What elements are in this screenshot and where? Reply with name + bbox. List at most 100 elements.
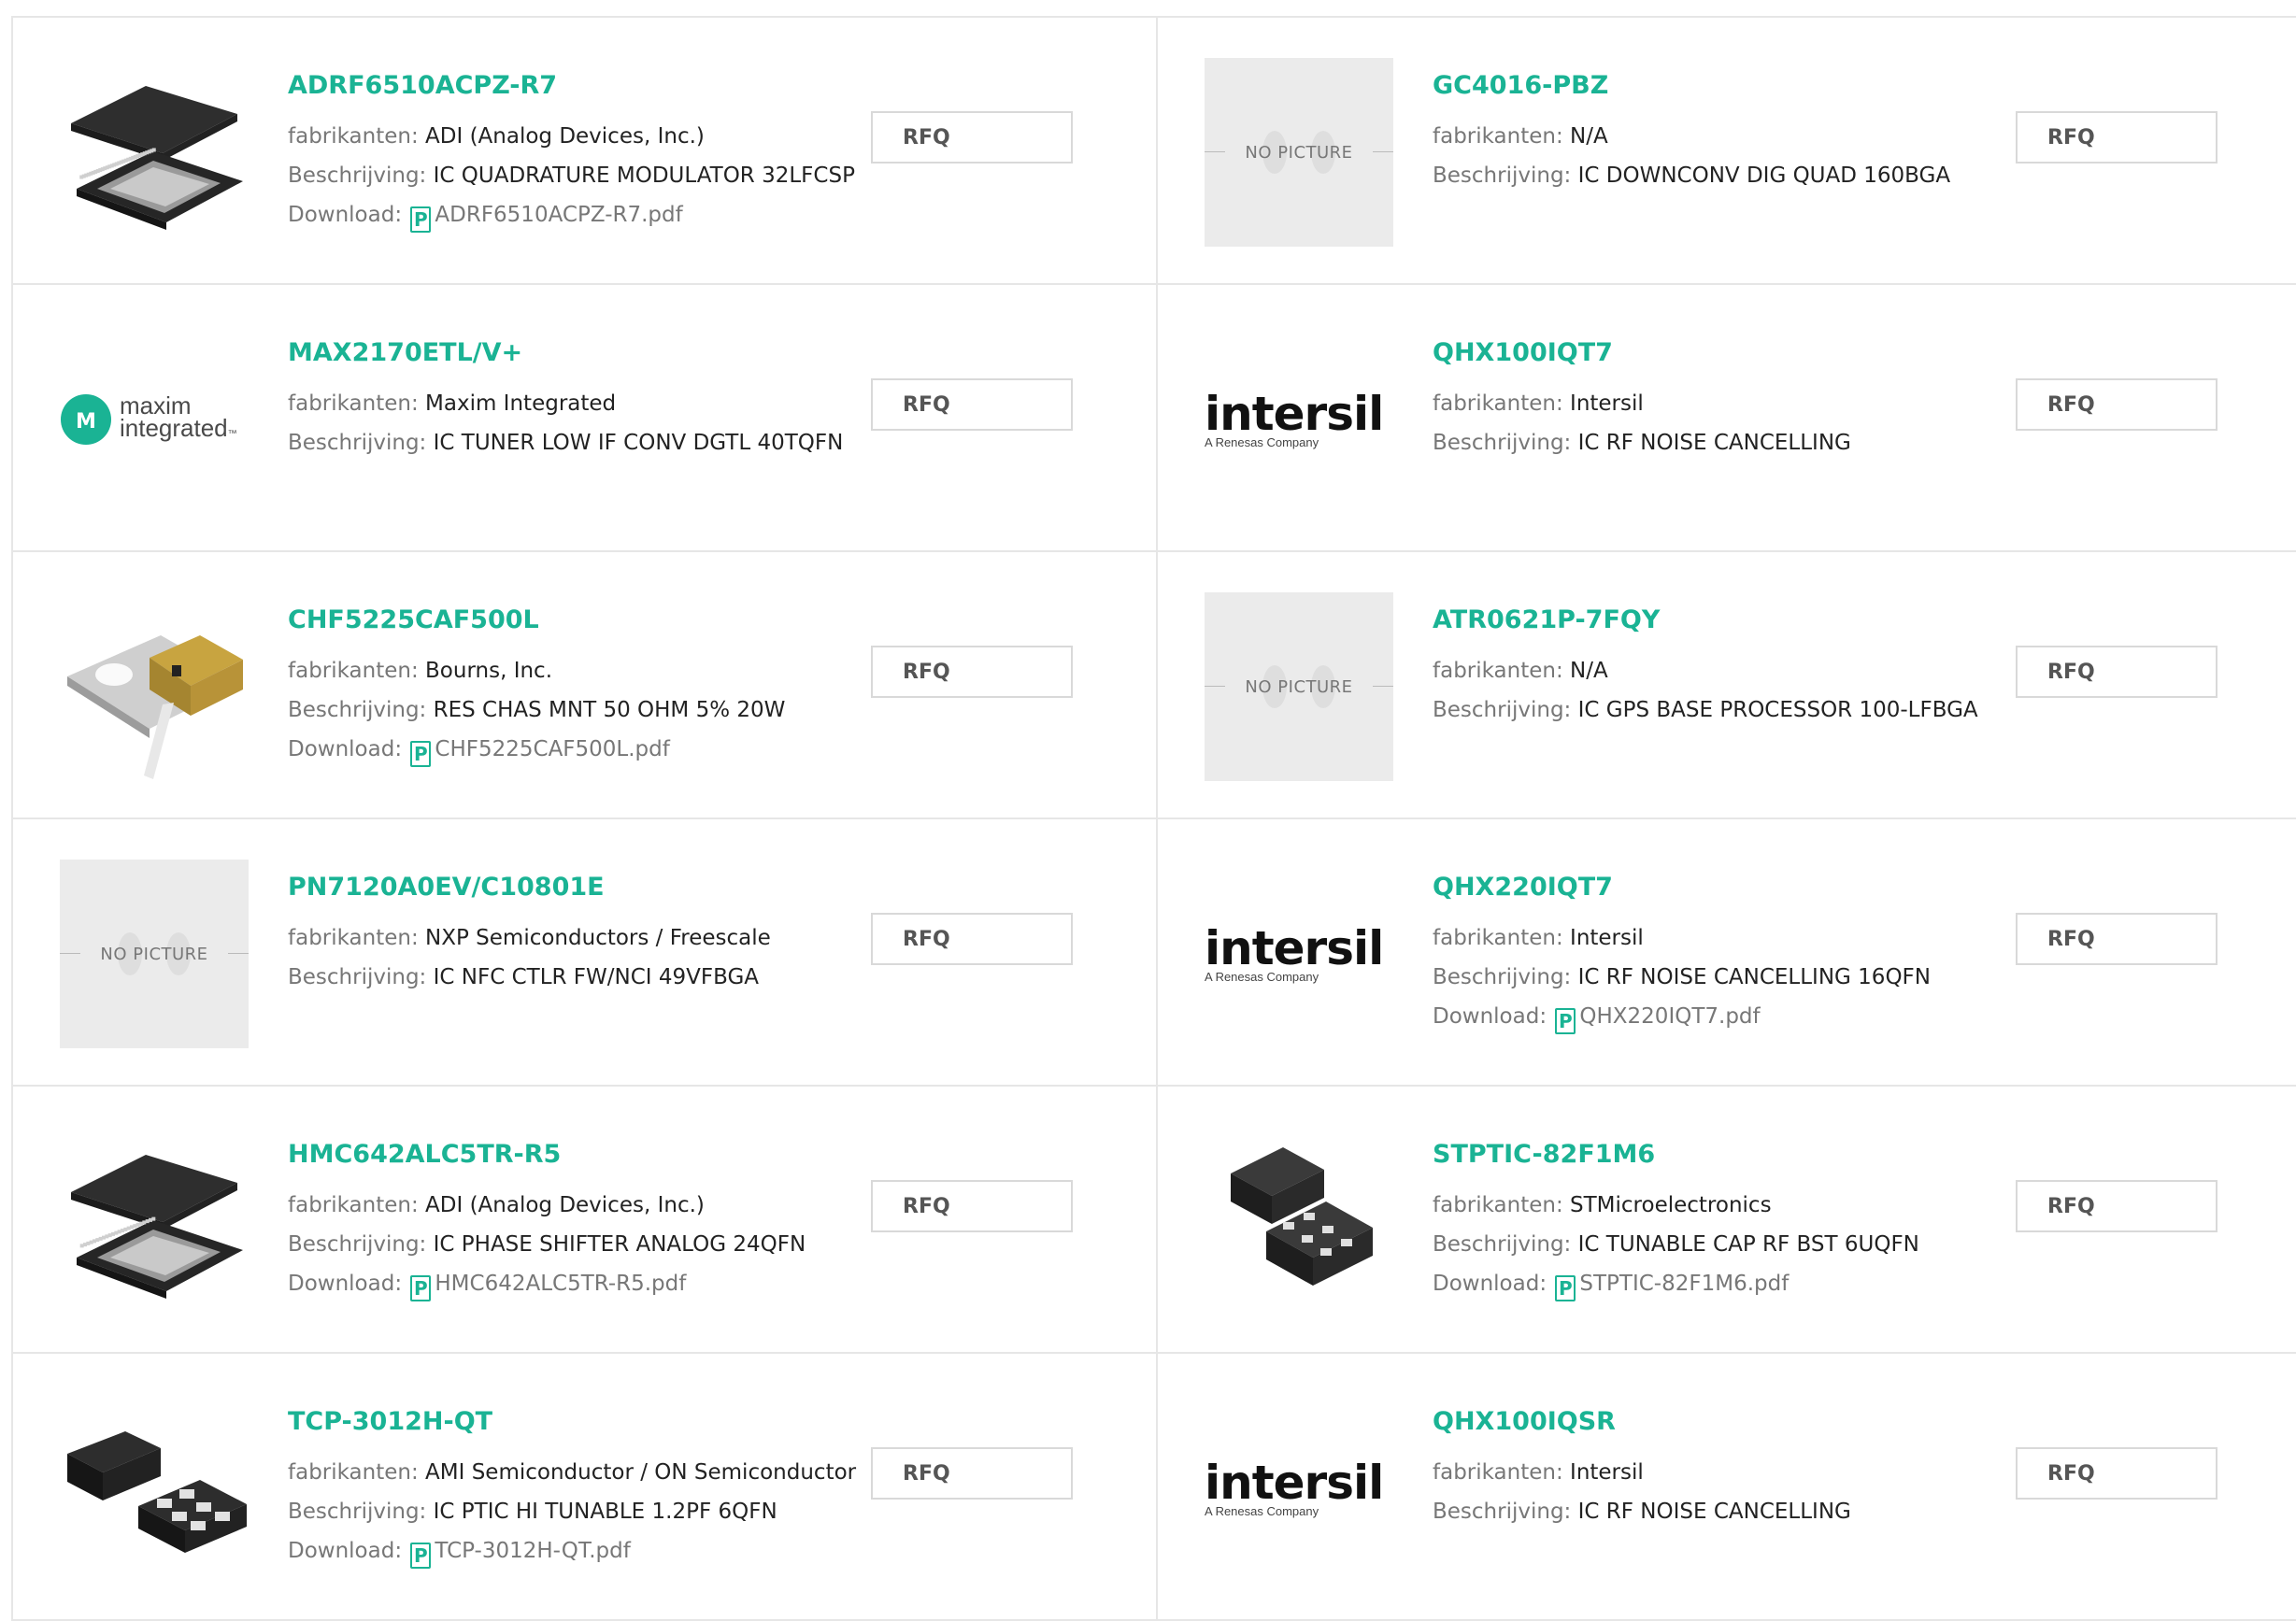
manufacturer-value: Intersil	[1570, 926, 1644, 950]
product-info: TCP-3012H-QT fabrikanten: AMI Semiconduc…	[288, 1406, 867, 1571]
manufacturer-line: fabrikanten: NXP Semiconductors / Freesc…	[288, 918, 867, 958]
pdf-icon[interactable]: P	[410, 1543, 432, 1569]
manufacturer-label: fabrikanten:	[288, 1193, 419, 1217]
product-image[interactable]	[60, 1394, 249, 1583]
part-number-link[interactable]: MAX2170ETL/V+	[288, 337, 867, 369]
product-image[interactable]: intersil A Renesas Company	[1205, 1394, 1393, 1583]
pdf-icon[interactable]: P	[1555, 1275, 1576, 1301]
rfq-button[interactable]: RFQ	[2016, 913, 2218, 965]
description-value: IC RF NOISE CANCELLING	[1577, 431, 1851, 455]
description-line: Beschrijving: IC RF NOISE CANCELLING	[1433, 1492, 2012, 1531]
part-number-link[interactable]: CHF5225CAF500L	[288, 604, 867, 636]
description-line: Beschrijving: IC TUNER LOW IF CONV DGTL …	[288, 423, 867, 462]
part-number-link[interactable]: QHX220IQT7	[1433, 872, 2012, 903]
part-number-link[interactable]: ATR0621P-7FQY	[1433, 604, 2012, 636]
description-line: Beschrijving: RES CHAS MNT 50 OHM 5% 20W	[288, 690, 867, 730]
rfq-button[interactable]: RFQ	[871, 378, 1073, 431]
manufacturer-value: Intersil	[1570, 1460, 1644, 1485]
product-info: ATR0621P-7FQY fabrikanten: N/A Beschrijv…	[1433, 604, 2012, 730]
description-label: Beschrijving:	[288, 431, 427, 455]
product-card: intersil A Renesas Company QHX100IQT7 fa…	[1158, 285, 2296, 552]
pdf-icon[interactable]: P	[410, 1275, 432, 1301]
product-card: M maxim integrated™ MAX2170ETL/V+ fabrik…	[13, 285, 1158, 552]
datasheet-link[interactable]: TCP-3012H-QT.pdf	[435, 1539, 630, 1563]
part-number-link[interactable]: HMC642ALC5TR-R5	[288, 1139, 867, 1171]
rfq-button[interactable]: RFQ	[2016, 1447, 2218, 1500]
part-number-link[interactable]: ADRF6510ACPZ-R7	[288, 70, 867, 102]
manufacturer-value: AMI Semiconductor / ON Semiconductor	[425, 1460, 857, 1485]
manufacturer-label: fabrikanten:	[1433, 391, 1563, 416]
download-label: Download:	[288, 203, 403, 227]
description-line: Beschrijving: IC RF NOISE CANCELLING 16Q…	[1433, 958, 2012, 997]
datasheet-link[interactable]: ADRF6510ACPZ-R7.pdf	[435, 203, 682, 227]
product-image[interactable]	[60, 58, 249, 247]
manufacturer-line: fabrikanten: ADI (Analog Devices, Inc.)	[288, 1186, 867, 1225]
product-card: NO PICTURE PN7120A0EV/C10801E fabrikante…	[13, 819, 1158, 1087]
rfq-button[interactable]: RFQ	[871, 1180, 1073, 1232]
pdf-icon[interactable]: P	[1555, 1008, 1576, 1034]
description-label: Beschrijving:	[288, 1232, 427, 1257]
product-image[interactable]: M maxim integrated™	[60, 325, 249, 514]
manufacturer-label: fabrikanten:	[288, 124, 419, 149]
manufacturer-value: Intersil	[1570, 391, 1644, 416]
product-image[interactable]: intersil A Renesas Company	[1205, 325, 1393, 514]
download-line: Download: P QHX220IQT7.pdf	[1433, 997, 2012, 1036]
datasheet-link[interactable]: STPTIC-82F1M6.pdf	[1579, 1272, 1789, 1296]
datasheet-link[interactable]: CHF5225CAF500L.pdf	[435, 737, 669, 761]
description-line: Beschrijving: IC QUADRATURE MODULATOR 32…	[288, 156, 867, 195]
datasheet-link[interactable]: QHX220IQT7.pdf	[1579, 1004, 1760, 1029]
pdf-icon[interactable]: P	[410, 741, 432, 767]
rfq-button[interactable]: RFQ	[2016, 378, 2218, 431]
product-card: intersil A Renesas Company QHX100IQSR fa…	[1158, 1354, 2296, 1621]
intersil-logo: intersil A Renesas Company	[1205, 1455, 1384, 1518]
part-number-link[interactable]: TCP-3012H-QT	[288, 1406, 867, 1438]
product-card: ADRF6510ACPZ-R7 fabrikanten: ADI (Analog…	[13, 18, 1158, 285]
product-image[interactable]: intersil A Renesas Company	[1205, 860, 1393, 1048]
description-label: Beschrijving:	[288, 698, 427, 722]
description-label: Beschrijving:	[288, 1500, 427, 1524]
rfq-button[interactable]: RFQ	[871, 913, 1073, 965]
download-line: Download: P TCP-3012H-QT.pdf	[288, 1531, 867, 1571]
product-image[interactable]	[60, 592, 249, 781]
manufacturer-label: fabrikanten:	[288, 391, 419, 416]
manufacturer-line: fabrikanten: Bourns, Inc.	[288, 651, 867, 690]
manufacturer-value: ADI (Analog Devices, Inc.)	[425, 124, 705, 149]
manufacturer-line: fabrikanten: ADI (Analog Devices, Inc.)	[288, 117, 867, 156]
pdf-icon[interactable]: P	[410, 206, 432, 233]
rfq-button[interactable]: RFQ	[871, 111, 1073, 164]
description-value: IC QUADRATURE MODULATOR 32LFCSP	[433, 164, 855, 188]
no-picture-text: NO PICTURE	[100, 944, 208, 964]
description-line: Beschrijving: IC GPS BASE PROCESSOR 100-…	[1433, 690, 2012, 730]
part-number-link[interactable]: STPTIC-82F1M6	[1433, 1139, 2012, 1171]
download-label: Download:	[1433, 1272, 1547, 1296]
product-image[interactable]	[60, 1127, 249, 1315]
description-line: Beschrijving: IC PTIC HI TUNABLE 1.2PF 6…	[288, 1492, 867, 1531]
manufacturer-line: fabrikanten: N/A	[1433, 651, 2012, 690]
description-line: Beschrijving: IC RF NOISE CANCELLING	[1433, 423, 2012, 462]
datasheet-link[interactable]: HMC642ALC5TR-R5.pdf	[435, 1272, 686, 1296]
product-info: ADRF6510ACPZ-R7 fabrikanten: ADI (Analog…	[288, 70, 867, 235]
description-label: Beschrijving:	[1433, 1500, 1572, 1524]
product-card: CHF5225CAF500L fabrikanten: Bourns, Inc.…	[13, 552, 1158, 819]
manufacturer-line: fabrikanten: Intersil	[1433, 918, 2012, 958]
part-number-link[interactable]: QHX100IQT7	[1433, 337, 2012, 369]
product-image[interactable]: NO PICTURE	[60, 860, 249, 1048]
part-number-link[interactable]: QHX100IQSR	[1433, 1406, 2012, 1438]
rfq-button[interactable]: RFQ	[2016, 1180, 2218, 1232]
no-picture-placeholder: NO PICTURE	[60, 860, 249, 1048]
manufacturer-line: fabrikanten: Intersil	[1433, 384, 2012, 423]
product-image[interactable]	[1205, 1127, 1393, 1315]
description-label: Beschrijving:	[1433, 965, 1572, 989]
product-card: NO PICTURE ATR0621P-7FQY fabrikanten: N/…	[1158, 552, 2296, 819]
part-number-link[interactable]: GC4016-PBZ	[1433, 70, 2012, 102]
part-number-link[interactable]: PN7120A0EV/C10801E	[288, 872, 867, 903]
rfq-button[interactable]: RFQ	[871, 1447, 1073, 1500]
rfq-button[interactable]: RFQ	[2016, 111, 2218, 164]
product-info: GC4016-PBZ fabrikanten: N/A Beschrijving…	[1433, 70, 2012, 195]
rfq-button[interactable]: RFQ	[2016, 646, 2218, 698]
download-line: Download: P CHF5225CAF500L.pdf	[288, 730, 867, 769]
rfq-button[interactable]: RFQ	[871, 646, 1073, 698]
product-image[interactable]: NO PICTURE	[1205, 58, 1393, 247]
product-image[interactable]: NO PICTURE	[1205, 592, 1393, 781]
manufacturer-value: STMicroelectronics	[1570, 1193, 1772, 1217]
